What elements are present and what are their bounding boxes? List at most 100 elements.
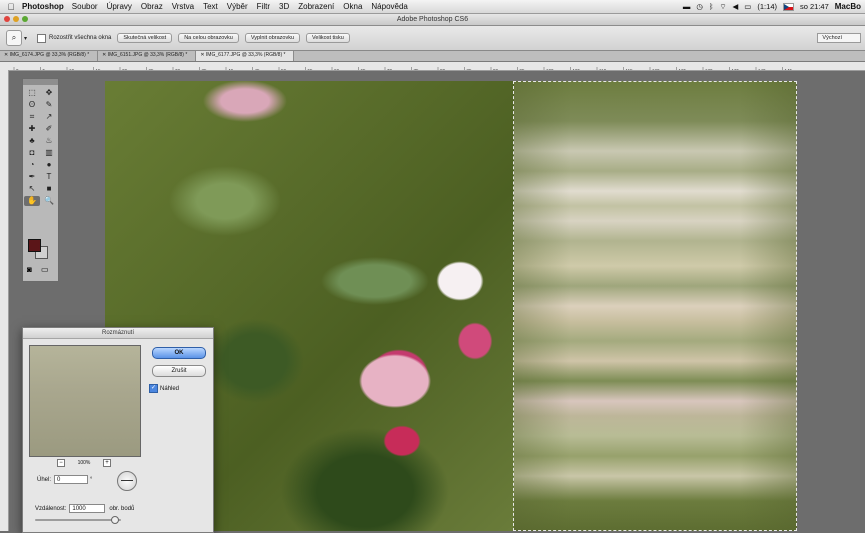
marquee-icon[interactable]: ⬚ <box>24 88 40 98</box>
dialog-preview[interactable] <box>29 345 141 457</box>
eraser-icon[interactable]: ◘ <box>24 148 40 158</box>
ruler-label: 50 <box>281 68 287 71</box>
checkmark-icon: ✓ <box>149 384 158 393</box>
tools-grid: ⬚ ✥ ʘ ✎ ⌗ ↗ ✚ ✐ ♣ ♨ ◘ ▥ ◔ ● ✒ T ↖ ■ ✋ 🔍 <box>23 85 58 209</box>
quick-mask-icon[interactable]: ◙ <box>27 265 32 274</box>
zoom-icon[interactable]: 🔍 <box>41 196 57 206</box>
ruler-label: 125 <box>679 68 687 71</box>
tab-img-6151[interactable]: ✕ IMG_6151.JPG @ 33,3% (RGB/8) * <box>98 51 197 61</box>
ruler-ticks: 0 5 10 15 20 25 30 35 40 45 50 55 60 65 70 75 80 85 90 95 10… <box>13 67 793 71</box>
preview-checkbox[interactable]: ✓ Náhled <box>149 384 179 393</box>
angle-row: Úhel: 0 ° <box>37 475 92 484</box>
menu-text[interactable]: Text <box>203 2 218 11</box>
input-source-icon[interactable] <box>782 2 794 11</box>
screen-icon[interactable]: ▬ <box>683 2 691 11</box>
horizontal-ruler[interactable]: 0 5 10 15 20 25 30 35 40 45 50 55 60 65 70 75 80 85 90 95 10… <box>0 62 865 71</box>
ruler-label: 5 <box>43 68 46 71</box>
wifi-icon[interactable]: ⌔ <box>719 2 726 12</box>
menu-vrstva[interactable]: Vrstva <box>172 2 194 11</box>
ruler-label: 10 <box>69 68 75 71</box>
quick-select-icon[interactable]: ✎ <box>41 100 57 110</box>
dialog-title[interactable]: Rozmáznutí <box>23 328 213 339</box>
ruler-label: 135 <box>732 68 740 71</box>
menu-napoveda[interactable]: Nápověda <box>371 2 407 11</box>
workspace-select[interactable]: Výchozí <box>817 33 861 43</box>
ruler-label: 105 <box>573 68 581 71</box>
fill-screen-button[interactable]: Vyplnit obrazovku <box>244 33 301 43</box>
menu-upravy[interactable]: Úpravy <box>107 2 132 11</box>
menu-soubor[interactable]: Soubor <box>72 2 98 11</box>
ruler-label: 90 <box>493 68 499 71</box>
zoom-tool-preset-icon[interactable]: ⌕ <box>6 30 22 46</box>
move-icon[interactable]: ✥ <box>41 88 57 98</box>
distance-unit: obr. bodů <box>109 505 135 512</box>
menu-app-name[interactable]: Photoshop <box>22 2 64 11</box>
cancel-button[interactable]: Zrušit <box>152 365 206 377</box>
bluetooth-icon[interactable]: ᛒ <box>709 2 714 11</box>
ruler-label: 70 <box>387 68 393 71</box>
tools-panel: ⬚ ✥ ʘ ✎ ⌗ ↗ ✚ ✐ ♣ ♨ ◘ ▥ ◔ ● ✒ T ↖ ■ ✋ 🔍 ◙ ▭ <box>22 78 59 282</box>
photo-motion-blurred-area <box>514 81 797 531</box>
ruler-label: 20 <box>122 68 128 71</box>
brush-icon[interactable]: ✐ <box>41 124 57 134</box>
distance-slider[interactable] <box>35 516 121 524</box>
menu-filtr[interactable]: Filtr <box>257 2 270 11</box>
resize-all-windows-checkbox[interactable] <box>37 33 47 43</box>
lasso-icon[interactable]: ʘ <box>24 100 40 110</box>
menu-vyber[interactable]: Výběr <box>227 2 248 11</box>
distance-slider-knob[interactable] <box>111 516 119 524</box>
hand-icon[interactable]: ✋ <box>24 196 40 206</box>
ruler-label: 35 <box>202 68 208 71</box>
gradient-icon[interactable]: ▥ <box>41 148 57 158</box>
battery-icon[interactable]: ▭ <box>744 2 751 11</box>
actual-pixels-button[interactable]: Skutečná velikost <box>117 33 173 43</box>
tab-img-6174[interactable]: ✕ IMG_6174.JPG @ 33,3% (RGB/8) * <box>0 51 99 61</box>
angle-unit: ° <box>90 476 93 483</box>
zoom-out-button[interactable]: − <box>57 459 65 467</box>
print-size-button[interactable]: Velikost tisku <box>306 33 350 43</box>
menu-zobrazeni[interactable]: Zobrazení <box>298 2 334 11</box>
blur-icon[interactable]: ◔ <box>24 160 40 170</box>
shape-icon[interactable]: ■ <box>41 184 57 194</box>
timemachine-icon[interactable]: ◷ <box>696 2 703 11</box>
ruler-label: 120 <box>652 68 660 71</box>
tab-img-6177[interactable]: ✕ IMG_6177.JPG @ 33,3% (RGB/8) * <box>196 51 295 61</box>
type-icon[interactable]: T <box>41 172 57 182</box>
dropdown-arrow-icon[interactable]: ▾ <box>24 35 27 42</box>
healing-icon[interactable]: ✚ <box>24 124 40 134</box>
pen-icon[interactable]: ✒ <box>24 172 40 182</box>
ruler-label: 65 <box>361 68 367 71</box>
ruler-label: 75 <box>414 68 420 71</box>
ruler-label: 95 <box>520 68 526 71</box>
fit-screen-button[interactable]: Na celou obrazovku <box>178 33 239 43</box>
clock[interactable]: so 21:47 <box>800 2 829 11</box>
history-brush-icon[interactable]: ♨ <box>41 136 57 146</box>
stamp-icon[interactable]: ♣ <box>24 136 40 146</box>
zoom-in-button[interactable]: + <box>102 459 111 467</box>
ruler-label: 130 <box>705 68 713 71</box>
angle-dial[interactable] <box>117 471 137 491</box>
dodge-icon[interactable]: ● <box>41 160 57 170</box>
ruler-label: 0 <box>16 68 19 71</box>
distance-label: Vzdálenost: <box>35 505 67 512</box>
path-select-icon[interactable]: ↖ <box>24 184 40 194</box>
volume-icon[interactable]: ◀ <box>733 2 739 11</box>
menu-3d[interactable]: 3D <box>279 2 289 11</box>
vertical-ruler[interactable] <box>0 70 9 531</box>
ruler-label: 30 <box>175 68 181 71</box>
tab-label: IMG_6174.JPG @ 33,3% (RGB/8) * <box>9 52 90 58</box>
angle-label: Úhel: <box>37 476 52 483</box>
crop-icon[interactable]: ⌗ <box>24 112 40 122</box>
screen-mode-icon[interactable]: ▭ <box>41 265 49 274</box>
foreground-color-swatch[interactable] <box>28 239 41 252</box>
menu-obraz[interactable]: Obraz <box>141 2 163 11</box>
apple-icon[interactable]:  <box>0 2 22 12</box>
angle-input[interactable]: 0 <box>54 475 89 484</box>
ruler-label: 15 <box>96 68 102 71</box>
distance-input[interactable]: 1000 <box>69 504 106 513</box>
window-title: Adobe Photoshop CS6 <box>396 16 469 23</box>
menu-okna[interactable]: Okna <box>343 2 362 11</box>
eyedropper-icon[interactable]: ↗ <box>41 112 57 122</box>
ok-button[interactable]: OK <box>152 347 206 359</box>
user-name[interactable]: MacBo <box>835 2 861 11</box>
